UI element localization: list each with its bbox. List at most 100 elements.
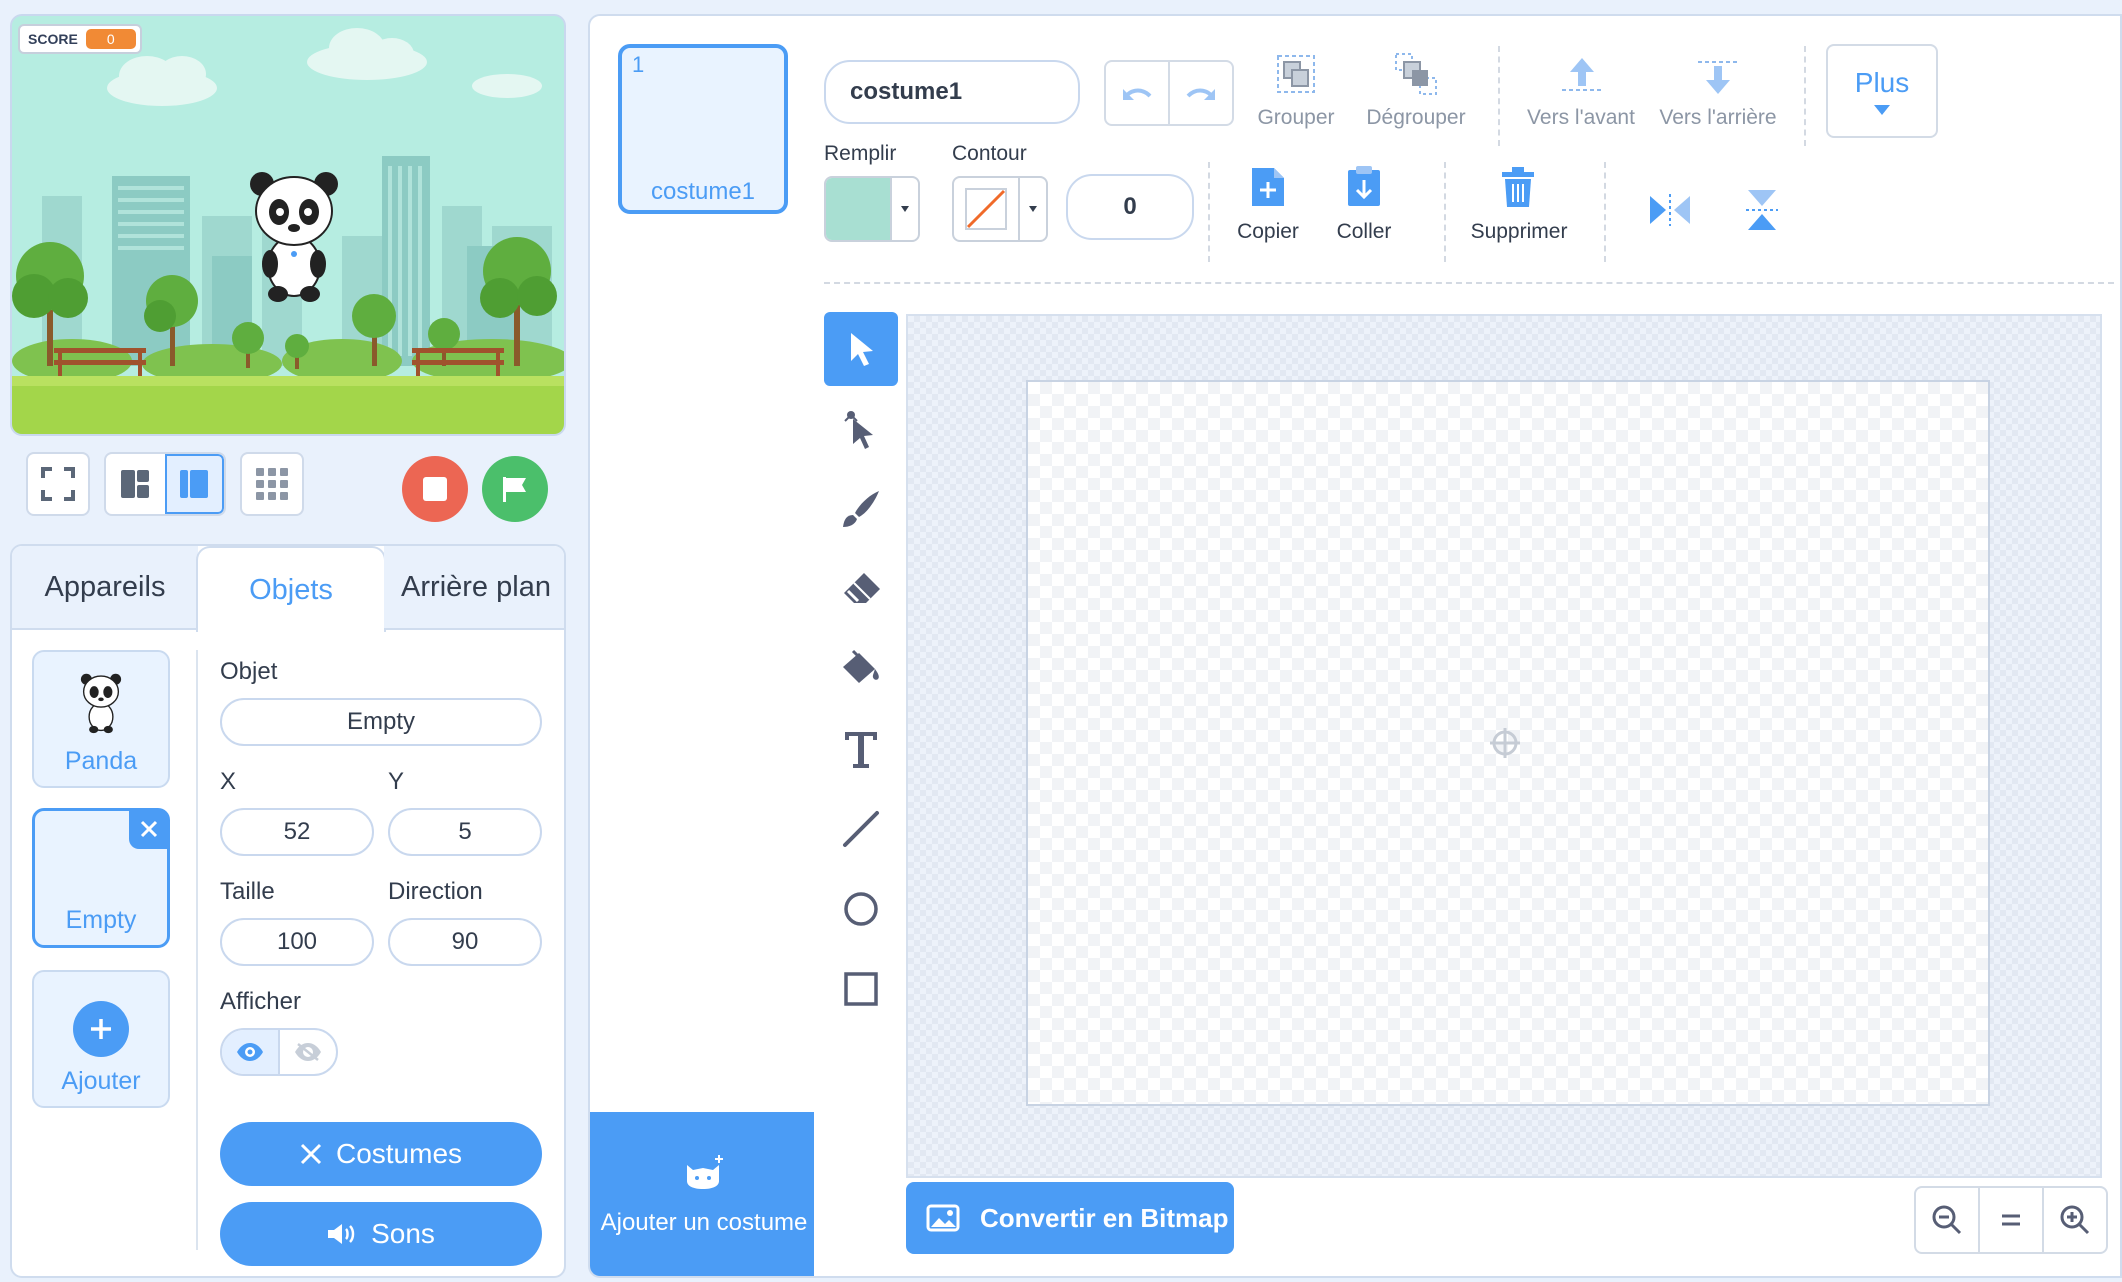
sprite-item-panda[interactable]: Panda — [32, 650, 170, 788]
small-stage-button[interactable] — [106, 454, 165, 514]
fill-tool[interactable] — [824, 632, 898, 706]
add-sprite-button[interactable]: Ajouter — [32, 970, 170, 1108]
score-value: 0 — [85, 29, 136, 49]
delete-button[interactable]: Supprimer — [1454, 220, 1584, 244]
canvas-area[interactable] — [906, 314, 2102, 1178]
delete-sprite-button[interactable] — [129, 809, 169, 849]
text-tool[interactable] — [824, 712, 898, 786]
drawing-canvas[interactable] — [1026, 380, 1990, 1106]
outline-label: Contour — [952, 142, 1027, 165]
sounds-button[interactable]: Sons — [220, 1202, 542, 1266]
tab-objects[interactable]: Objets — [196, 546, 386, 632]
line-tool[interactable] — [824, 792, 898, 866]
select-tool[interactable] — [824, 312, 898, 386]
ungroup-button[interactable]: Dégrouper — [1354, 106, 1478, 130]
convert-bitmap-label: Convertir en Bitmap — [980, 1202, 1229, 1233]
large-stage-button[interactable] — [164, 454, 224, 514]
fullscreen-button[interactable] — [26, 452, 90, 516]
size-label: Taille — [220, 878, 275, 905]
close-icon — [140, 820, 158, 838]
tab-devices[interactable]: Appareils — [12, 546, 198, 630]
direction-input[interactable]: 90 — [388, 918, 542, 966]
group-icon — [1277, 55, 1315, 93]
sprite-name: Panda — [64, 747, 138, 775]
undo-button[interactable] — [1106, 62, 1170, 124]
show-button[interactable] — [222, 1030, 280, 1074]
no-color-swatch — [954, 178, 1018, 240]
eye-slash-icon — [295, 1043, 321, 1061]
trash-icon — [1502, 167, 1534, 207]
cursor-icon — [851, 333, 873, 366]
paste-button[interactable]: Coller — [1314, 220, 1414, 244]
redo-button[interactable] — [1170, 62, 1232, 124]
y-input[interactable]: 5 — [388, 808, 542, 856]
group-button[interactable]: Grouper — [1236, 106, 1356, 130]
eraser-tool[interactable] — [824, 552, 898, 626]
fill-color-picker[interactable] — [824, 176, 920, 242]
add-costume-button[interactable]: Ajouter un costume — [590, 1112, 814, 1276]
circle-tool[interactable] — [824, 872, 898, 946]
costume-name-input[interactable]: costume1 — [824, 60, 1080, 124]
more-label: Plus — [1854, 67, 1910, 98]
sprite-panel: Appareils Objets Arrière plan Panda Empt… — [10, 544, 566, 1278]
outline-width-input[interactable]: 0 — [1066, 174, 1194, 240]
tab-backdrop[interactable]: Arrière plan — [384, 546, 564, 630]
grid-view-button[interactable] — [240, 452, 304, 516]
chevron-down-icon — [1018, 178, 1046, 240]
eraser-icon — [844, 573, 880, 603]
rectangle-tool[interactable] — [824, 952, 898, 1026]
panel-divider — [196, 650, 198, 1250]
image-icon — [926, 1204, 960, 1232]
costume-item[interactable]: 1 costume1 — [618, 44, 788, 214]
backward-button[interactable]: Vers l'arrière — [1648, 106, 1788, 130]
toolbar-separator — [1498, 46, 1500, 146]
chevron-down-icon — [1874, 105, 1890, 115]
add-sprite-label: Ajouter — [61, 1067, 141, 1095]
toolbar-divider — [824, 282, 2114, 284]
fullscreen-icon — [41, 467, 75, 501]
direction-label: Direction — [388, 878, 483, 905]
line-icon — [843, 811, 879, 847]
costumes-button[interactable]: Costumes — [220, 1122, 542, 1186]
chevron-down-icon — [890, 178, 918, 240]
flip-vertical-icon[interactable] — [1746, 188, 1778, 232]
show-label: Afficher — [220, 988, 301, 1015]
score-display: SCORE 0 — [18, 24, 142, 54]
close-icon — [300, 1143, 322, 1165]
copy-button[interactable]: Copier — [1218, 220, 1318, 244]
more-button[interactable]: Plus — [1826, 44, 1938, 138]
x-input[interactable]: 52 — [220, 808, 374, 856]
stage[interactable]: SCORE 0 — [10, 14, 566, 436]
green-flag-button[interactable] — [482, 456, 548, 522]
object-name-input[interactable]: Empty — [220, 698, 542, 746]
sprite-name: Empty — [65, 906, 137, 934]
add-costume-icon — [687, 1155, 723, 1189]
y-label: Y — [388, 768, 405, 795]
costumes-button-label: Costumes — [335, 1138, 463, 1169]
layout-toggle — [104, 452, 226, 516]
convert-bitmap-button[interactable]: Convertir en Bitmap — [906, 1182, 1234, 1254]
outline-color-picker[interactable] — [952, 176, 1048, 242]
paste-icon — [1348, 166, 1380, 206]
undo-redo-group — [1104, 60, 1234, 126]
zoom-in-icon — [2060, 1205, 2090, 1235]
sprite-item-empty[interactable]: Empty — [32, 808, 170, 948]
flip-horizontal-icon[interactable] — [1648, 194, 1692, 226]
zoom-in-button[interactable] — [2044, 1188, 2106, 1252]
forward-button[interactable]: Vers l'avant — [1514, 106, 1648, 130]
zoom-reset-button[interactable] — [1980, 1188, 2044, 1252]
brush-tool[interactable] — [824, 472, 898, 546]
toolbar-separator — [1604, 162, 1606, 262]
hide-button[interactable] — [280, 1030, 336, 1074]
paint-editor: costume1 Grouper Dégrouper Vers l'avant … — [814, 14, 2122, 1278]
stop-button[interactable] — [402, 456, 468, 522]
large-stage-icon — [180, 470, 209, 498]
costume-name: costume1 — [650, 178, 756, 205]
arrow-down-icon — [1698, 61, 1738, 94]
reshape-tool[interactable] — [824, 392, 898, 466]
visibility-toggle — [220, 1028, 338, 1076]
small-stage-icon — [121, 470, 150, 498]
size-input[interactable]: 100 — [220, 918, 374, 966]
speaker-icon — [328, 1224, 355, 1244]
zoom-out-button[interactable] — [1916, 1188, 1980, 1252]
